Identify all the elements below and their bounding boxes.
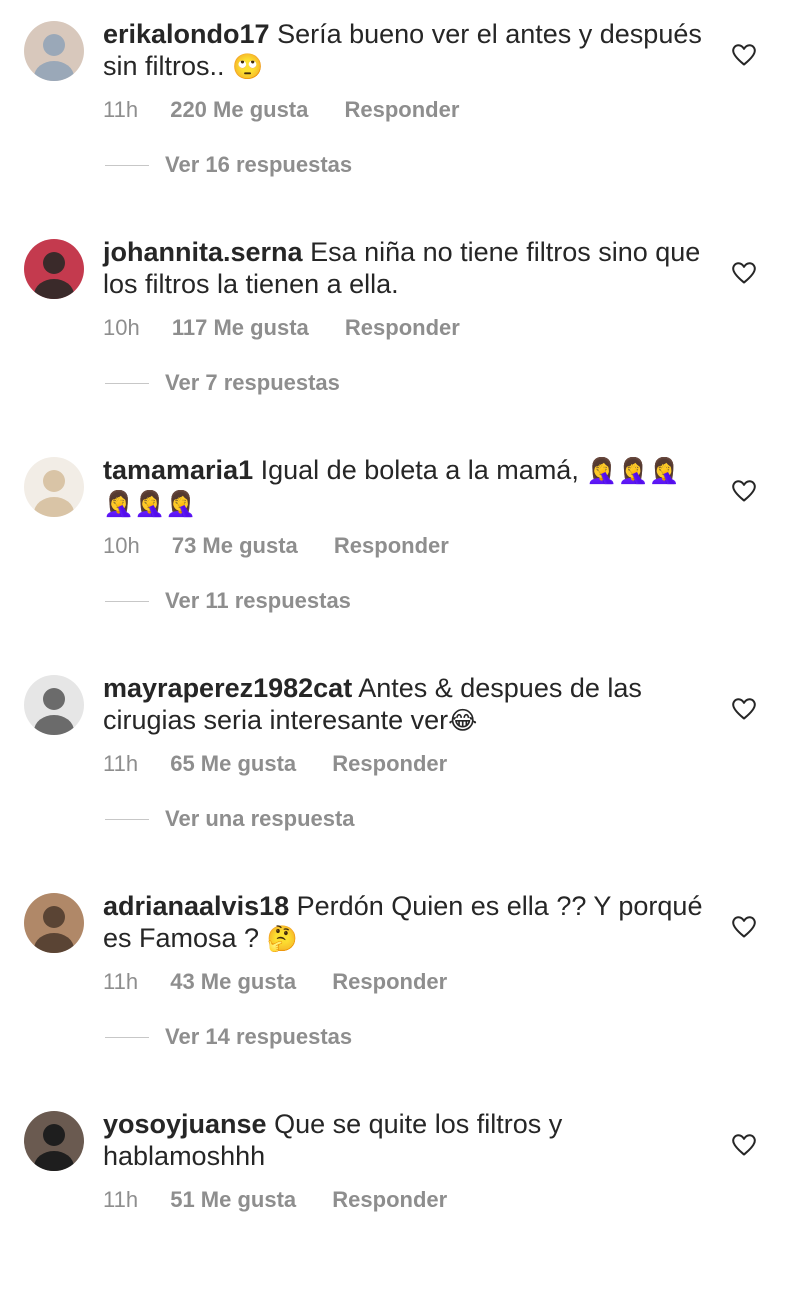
comment-item: mayraperez1982cat Antes & despues de las… [0, 654, 800, 872]
heart-outline-icon[interactable] [731, 479, 757, 503]
comment-item: tamamaria1 Igual de boleta a la mamá, 🤦‍… [0, 436, 800, 654]
comment-meta: 11h 43 Me gusta Responder [103, 969, 447, 995]
comment-text: tamamaria1 Igual de boleta a la mamá, 🤦‍… [103, 454, 703, 520]
comment-username[interactable]: mayraperez1982cat [103, 673, 352, 703]
reply-button[interactable]: Responder [345, 315, 460, 340]
comment-likes-count[interactable]: 220 Me gusta [170, 97, 308, 122]
replies-divider [105, 818, 149, 820]
reply-button[interactable]: Responder [334, 533, 449, 558]
avatar-image [24, 675, 84, 735]
view-replies-button[interactable]: Ver una respuesta [105, 806, 355, 832]
comment-meta: 10h 73 Me gusta Responder [103, 533, 449, 559]
view-replies-label: Ver 11 respuestas [165, 588, 351, 613]
avatar-image [24, 893, 84, 953]
comment-username[interactable]: tamamaria1 [103, 455, 253, 485]
comment-meta: 10h 117 Me gusta Responder [103, 315, 460, 341]
avatar[interactable] [24, 893, 84, 953]
view-replies-button[interactable]: Ver 11 respuestas [105, 588, 351, 614]
heart-outline-icon[interactable] [731, 261, 757, 285]
view-replies-label: Ver 14 respuestas [165, 1024, 353, 1049]
comment-time: 11h [103, 751, 139, 776]
avatar[interactable] [24, 675, 84, 735]
reply-button[interactable]: Responder [332, 751, 447, 776]
comment-text: erikalondo17 Sería bueno ver el antes y … [103, 18, 703, 83]
comment-likes-count[interactable]: 117 Me gusta [172, 315, 309, 340]
comment-meta: 11h 51 Me gusta Responder [103, 1187, 447, 1213]
comment-time: 10h [103, 315, 140, 340]
comment-body: Igual de boleta a la mamá, [260, 455, 587, 485]
comment-time: 10h [103, 533, 140, 558]
avatar-image [24, 457, 84, 517]
heart-outline-icon[interactable] [731, 43, 757, 67]
comment-meta: 11h 65 Me gusta Responder [103, 751, 447, 777]
comment-emoji: 🤔 [266, 924, 298, 953]
comment-username[interactable]: erikalondo17 [103, 19, 270, 49]
replies-divider [105, 382, 149, 384]
comment-time: 11h [103, 969, 139, 994]
comment-text: johannita.serna Esa niña no tiene filtro… [103, 236, 703, 301]
comment-time: 11h [103, 97, 139, 122]
avatar-image [24, 1111, 84, 1171]
reply-button[interactable]: Responder [345, 97, 460, 122]
view-replies-label: Ver una respuesta [165, 806, 355, 831]
comment-item: adrianaalvis18 Perdón Quien es ella ?? Y… [0, 872, 800, 1090]
comment-likes-count[interactable]: 43 Me gusta [170, 969, 296, 994]
view-replies-button[interactable]: Ver 16 respuestas [105, 152, 352, 178]
comment-emoji: 😂 [448, 706, 478, 735]
comment-item: johannita.serna Esa niña no tiene filtro… [0, 218, 800, 436]
comment-username[interactable]: yosoyjuanse [103, 1109, 267, 1139]
comment-item: yosoyjuanse Que se quite los filtros y h… [0, 1090, 800, 1308]
heart-outline-icon[interactable] [731, 697, 757, 721]
avatar[interactable] [24, 1111, 84, 1171]
avatar[interactable] [24, 457, 84, 517]
view-replies-label: Ver 16 respuestas [165, 152, 353, 177]
comment-meta: 11h 220 Me gusta Responder [103, 97, 459, 123]
comment-likes-count[interactable]: 65 Me gusta [170, 751, 296, 776]
comment-text: mayraperez1982cat Antes & despues de las… [103, 672, 703, 737]
comment-likes-count[interactable]: 73 Me gusta [172, 533, 298, 558]
view-replies-button[interactable]: Ver 7 respuestas [105, 370, 340, 396]
comment-likes-count[interactable]: 51 Me gusta [170, 1187, 296, 1212]
view-replies-button[interactable]: Ver 14 respuestas [105, 1024, 352, 1050]
replies-divider [105, 1036, 149, 1038]
avatar[interactable] [24, 21, 84, 81]
reply-button[interactable]: Responder [332, 1187, 447, 1212]
comment-item: erikalondo17 Sería bueno ver el antes y … [0, 0, 800, 218]
avatar-image [24, 21, 84, 81]
avatar[interactable] [24, 239, 84, 299]
comment-username[interactable]: adrianaalvis18 [103, 891, 289, 921]
replies-divider [105, 600, 149, 602]
comment-text: adrianaalvis18 Perdón Quien es ella ?? Y… [103, 890, 703, 955]
heart-outline-icon[interactable] [731, 1133, 757, 1157]
view-replies-label: Ver 7 respuestas [165, 370, 340, 395]
avatar-image [24, 239, 84, 299]
reply-button[interactable]: Responder [332, 969, 447, 994]
replies-divider [105, 164, 149, 166]
comment-emoji: 🙄 [232, 52, 264, 81]
comment-time: 11h [103, 1187, 139, 1212]
heart-outline-icon[interactable] [731, 915, 757, 939]
comment-username[interactable]: johannita.serna [103, 237, 303, 267]
comment-text: yosoyjuanse Que se quite los filtros y h… [103, 1108, 703, 1173]
